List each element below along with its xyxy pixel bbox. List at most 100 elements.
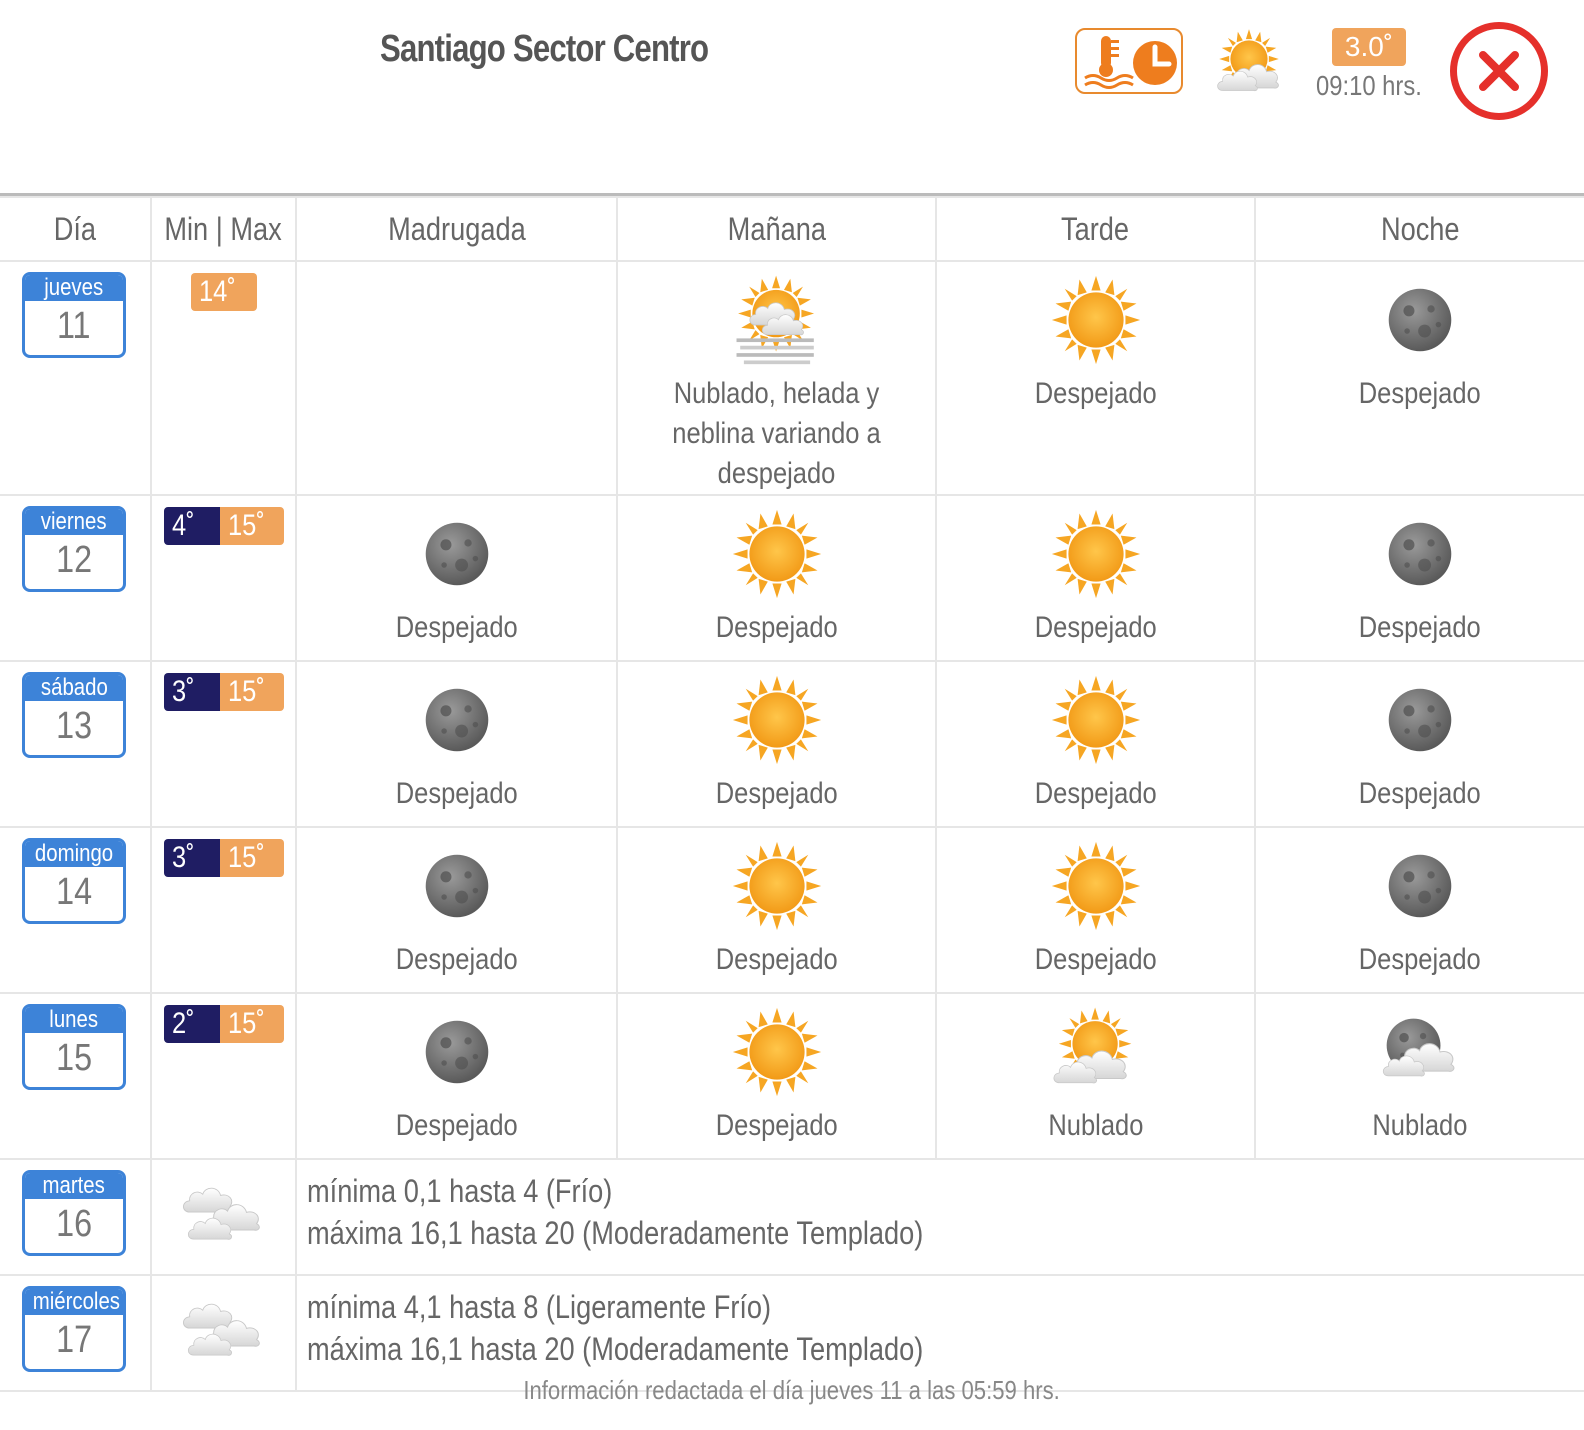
calendar-day: miércoles 17 [22,1286,126,1372]
temperature-history-button[interactable] [1075,28,1183,94]
cloudy-moon-icon [1374,1006,1466,1098]
close-button[interactable] [1450,22,1548,120]
header-manana: Mañana [616,196,937,262]
max-range: máxima 16,1 hasta 20 (Moderadamente Temp… [307,1331,924,1367]
weather-description: Despejado [1034,943,1157,976]
day-cell: martes 16 [0,1158,152,1276]
min-max-badge: 3˚ 15˚ [152,839,295,877]
moon-icon [1374,508,1466,600]
min-max-badge: 3˚ 15˚ [152,673,295,711]
sun-icon [731,508,823,600]
day-number: 15 [56,1037,92,1079]
weather-description: Despejado [715,1109,838,1142]
partly-cloudy-icon [1212,26,1292,104]
day-cell: lunes 15 [0,992,152,1160]
sun-icon [1050,840,1142,932]
sun-icon [1050,674,1142,766]
weather-description: Despejado [1034,611,1157,644]
sun-icon [731,1006,823,1098]
forecast-table: Día Min | Max Madrugada Mañana Tarde Noc… [0,196,1584,1392]
period-madrugada [295,260,618,496]
period-madrugada: Despejado [295,660,618,828]
weekday-label: viernes [25,509,123,535]
period-noche: Despejado [1254,660,1584,828]
table-row-extended: miércoles 17 mínima 4,1 hasta 8 (Ligeram… [0,1274,1584,1392]
weather-description: Despejado [1034,377,1157,410]
sun-icon [731,674,823,766]
calendar-day: jueves 11 [22,272,126,358]
weather-description: Despejado [1034,777,1157,810]
sun-icon [1050,508,1142,600]
min-range: mínima 4,1 hasta 8 (Ligeramente Frío) [307,1289,772,1325]
table-header-row: Día Min | Max Madrugada Mañana Tarde Noc… [0,196,1584,262]
min-max-cell: 3˚ 15˚ [150,660,297,828]
cloudy-sun-icon [1050,1006,1142,1098]
weather-description: Despejado [395,777,518,810]
period-madrugada: Despejado [295,992,618,1160]
day-cell: sábado 13 [0,660,152,828]
period-tarde: Despejado [935,660,1256,828]
max-range: máxima 16,1 hasta 20 (Moderadamente Temp… [307,1215,924,1251]
max-temp: 15˚ [219,839,284,877]
calendar-day: domingo 14 [22,838,126,924]
period-madrugada: Despejado [295,494,618,662]
weather-description: Despejado [1359,377,1481,410]
min-temp: 3˚ [163,673,220,711]
day-number: 17 [56,1319,92,1361]
table-row-extended: martes 16 mínima 0,1 hasta 4 (Frío) máxi… [0,1158,1584,1276]
calendar-day: martes 16 [22,1170,126,1256]
max-temp: 15˚ [219,507,284,545]
day-number: 13 [56,705,92,747]
fog-cloud-sun-icon [731,274,823,366]
table-row: viernes 12 4˚ 15˚ Despejado Despejado De… [0,494,1584,662]
period-noche: Despejado [1254,826,1584,994]
weekday-label: sábado [25,675,123,701]
header-tarde: Tarde [935,196,1256,262]
period-tarde: Despejado [935,260,1256,496]
moon-icon [1374,274,1466,366]
day-cell: domingo 14 [0,826,152,994]
weather-description: Nublado, helada y neblina variando a des… [672,377,881,490]
period-manana: Despejado [616,992,937,1160]
header-min-max: Min | Max [150,196,297,262]
weather-description: Despejado [395,943,518,976]
min-max-badge: 2˚ 15˚ [152,1005,295,1043]
day-cell: viernes 12 [0,494,152,662]
weather-description: Despejado [1359,777,1481,810]
header-dia: Día [0,196,152,262]
icon-cell [150,1274,297,1392]
clouds-icon [179,1294,269,1366]
table-row: jueves 11 14˚ Nublado, helada y neblina … [0,260,1584,496]
weather-description: Despejado [1359,611,1481,644]
weekday-label: miércoles [25,1289,123,1315]
moon-icon [1374,674,1466,766]
min-max-cell: 2˚ 15˚ [150,992,297,1160]
max-temp: 14˚ [190,273,257,311]
moon-icon [411,508,503,600]
day-cell: jueves 11 [0,260,152,496]
min-temp: 4˚ [163,507,220,545]
header-madrugada: Madrugada [295,196,618,262]
weather-description: Nublado [1372,1109,1468,1142]
weather-description: Despejado [715,611,838,644]
period-noche: Nublado [1254,992,1584,1160]
min-max-cell: 3˚ 15˚ [150,826,297,994]
min-temp: 2˚ [163,1005,220,1043]
footer-note: Información redactada el día jueves 11 a… [523,1375,1061,1405]
max-temp: 15˚ [219,1005,284,1043]
extended-forecast-text: mínima 4,1 hasta 8 (Ligeramente Frío) má… [295,1274,1584,1392]
weekday-label: lunes [25,1007,123,1033]
weather-description: Despejado [395,611,518,644]
weekday-label: martes [25,1173,123,1199]
min-max-cell: 14˚ [150,260,297,496]
thermometer-clock-icon [1084,36,1177,89]
header-noche: Noche [1254,196,1584,262]
moon-icon [411,674,503,766]
period-manana: Despejado [616,660,937,828]
clouds-icon [179,1178,269,1250]
max-temp: 15˚ [219,673,284,711]
current-time: 09:10 hrs. [1316,70,1422,101]
table-row: lunes 15 2˚ 15˚ Despejado Despejado Nubl… [0,992,1584,1160]
moon-icon [411,1006,503,1098]
min-max-badge: 14˚ [152,273,295,311]
